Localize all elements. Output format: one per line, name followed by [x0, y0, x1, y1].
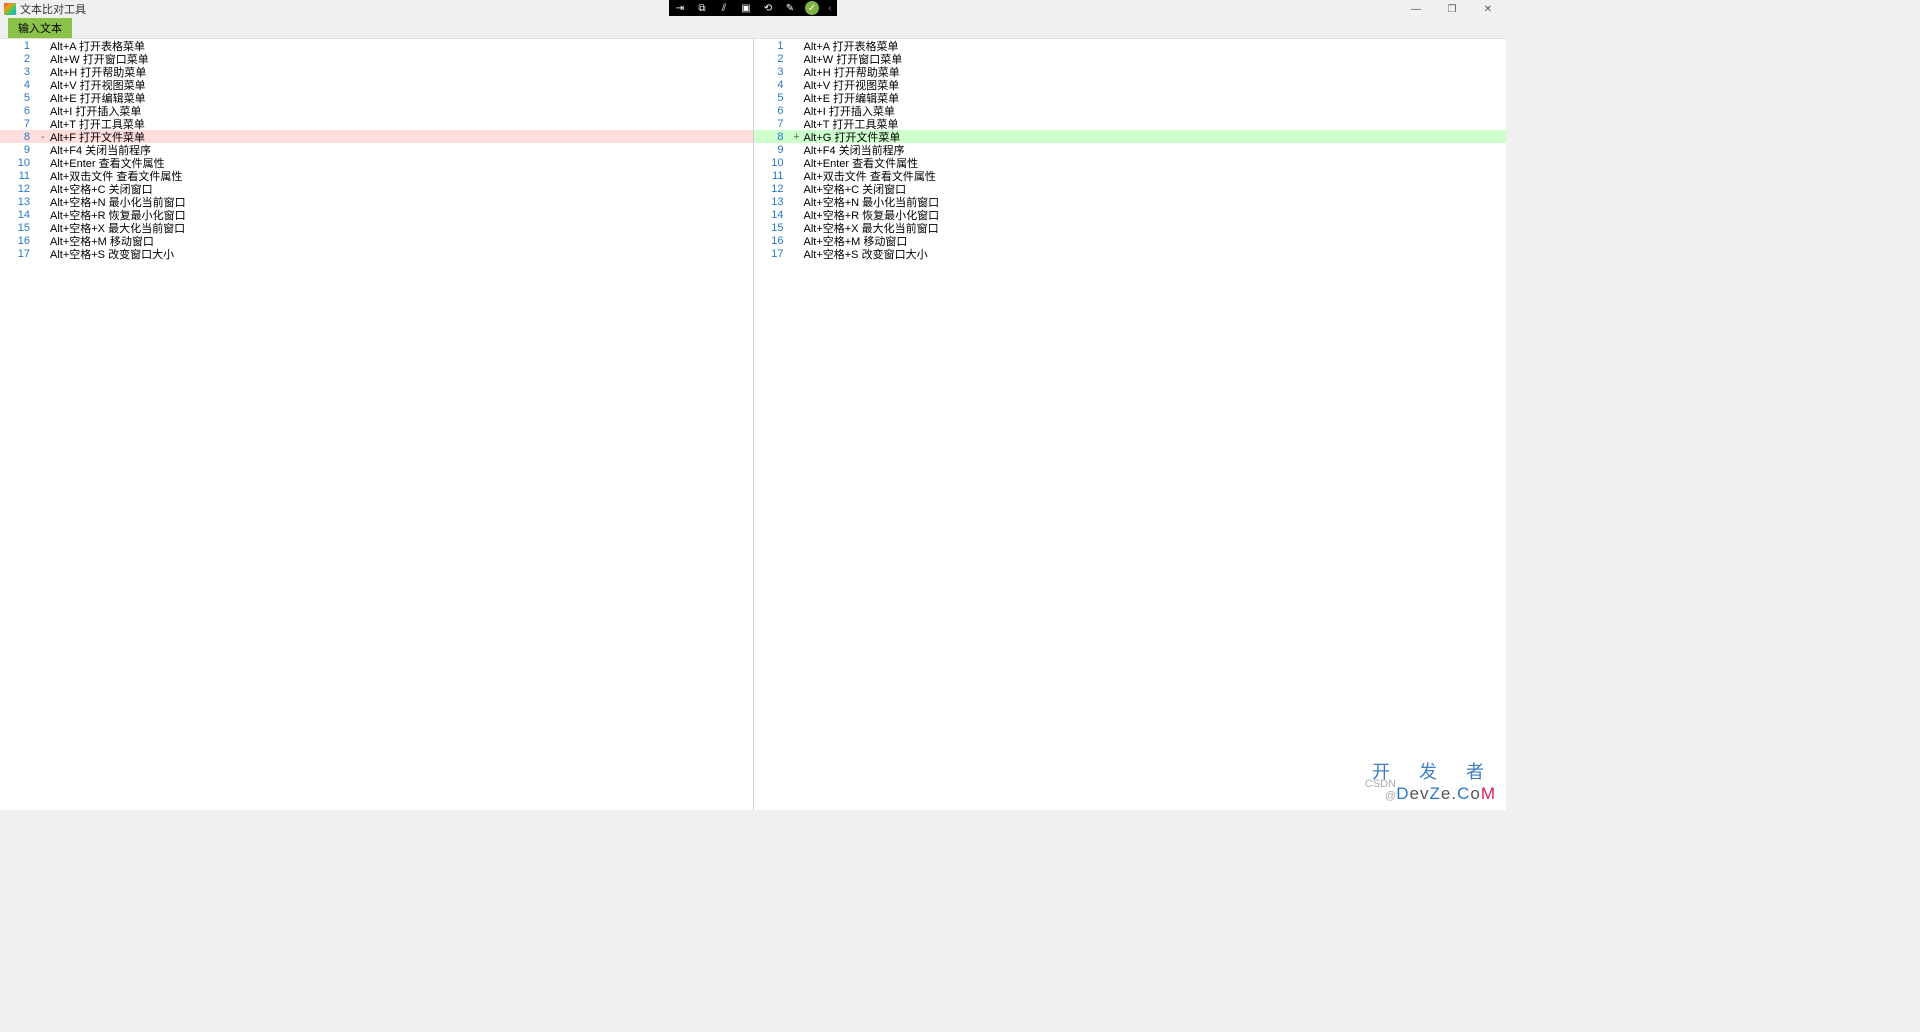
app-toolbar: 输入文本 [0, 18, 1506, 38]
line-number: 15 [754, 222, 792, 234]
line-number: 1 [0, 40, 38, 52]
line-number: 12 [754, 183, 792, 195]
line-number: 11 [754, 170, 792, 182]
overlay-icon-5[interactable]: ⟲ [757, 0, 779, 16]
overlay-icon-3[interactable]: ⫽ [713, 0, 735, 16]
line-number: 10 [0, 157, 38, 169]
line-number: 12 [0, 183, 38, 195]
window-title: 文本比对工具 [20, 1, 86, 17]
line-number: 14 [754, 209, 792, 221]
line-number: 10 [754, 157, 792, 169]
diff-marker: + [792, 131, 802, 143]
line-number: 1 [754, 40, 792, 52]
minimize-button[interactable]: — [1398, 0, 1434, 18]
line-number: 16 [0, 235, 38, 247]
line-number: 3 [0, 66, 38, 78]
line-number: 14 [0, 209, 38, 221]
line-content: Alt+空格+S 改变窗口大小 [802, 246, 928, 262]
line-number: 5 [0, 92, 38, 104]
line-number: 13 [0, 196, 38, 208]
diff-area: 1Alt+A 打开表格菜单2Alt+W 打开窗口菜单3Alt+H 打开帮助菜单4… [0, 38, 1506, 810]
left-line[interactable]: 17 Alt+空格+S 改变窗口大小 [0, 247, 753, 260]
line-number: 17 [0, 248, 38, 260]
line-number: 2 [754, 53, 792, 65]
line-number: 7 [754, 118, 792, 130]
left-pane[interactable]: 1Alt+A 打开表格菜单2Alt+W 打开窗口菜单3Alt+H 打开帮助菜单4… [0, 39, 754, 810]
line-number: 2 [0, 53, 38, 65]
app-icon [4, 3, 16, 15]
line-number: 4 [0, 79, 38, 91]
line-number: 5 [754, 92, 792, 104]
line-number: 8 [0, 131, 38, 143]
line-number: 15 [0, 222, 38, 234]
line-number: 4 [754, 79, 792, 91]
line-number: 9 [754, 144, 792, 156]
titlebar[interactable]: 文本比对工具 ⇥ ⧉ ⫽ ▣ ⟲ ✎ ✓ ‹ — ❐ ✕ [0, 0, 1506, 18]
overlay-collapse-icon[interactable]: ‹ [823, 0, 837, 16]
line-number: 17 [754, 248, 792, 260]
line-number: 3 [754, 66, 792, 78]
window-controls: — ❐ ✕ [1398, 0, 1506, 18]
line-number: 6 [0, 105, 38, 117]
right-line[interactable]: 17 Alt+空格+S 改变窗口大小 [754, 247, 1507, 260]
screen-overlay-toolbar: ⇥ ⧉ ⫽ ▣ ⟲ ✎ ✓ ‹ [669, 0, 837, 16]
overlay-icon-6[interactable]: ✎ [779, 0, 801, 16]
line-number: 6 [754, 105, 792, 117]
maximize-button[interactable]: ❐ [1434, 0, 1470, 18]
line-number: 16 [754, 235, 792, 247]
right-pane[interactable]: 1Alt+A 打开表格菜单2Alt+W 打开窗口菜单3Alt+H 打开帮助菜单4… [754, 39, 1507, 810]
overlay-icon-4[interactable]: ▣ [735, 0, 757, 16]
close-button[interactable]: ✕ [1470, 0, 1506, 18]
overlay-ok-icon[interactable]: ✓ [805, 1, 819, 15]
line-number: 13 [754, 196, 792, 208]
overlay-icon-1[interactable]: ⇥ [669, 0, 691, 16]
overlay-icon-2[interactable]: ⧉ [691, 0, 713, 16]
line-number: 8 [754, 131, 792, 143]
line-number: 9 [0, 144, 38, 156]
diff-marker: - [38, 131, 48, 143]
line-content: Alt+空格+S 改变窗口大小 [48, 246, 174, 262]
input-text-button[interactable]: 输入文本 [8, 18, 72, 38]
line-number: 11 [0, 170, 38, 182]
line-number: 7 [0, 118, 38, 130]
